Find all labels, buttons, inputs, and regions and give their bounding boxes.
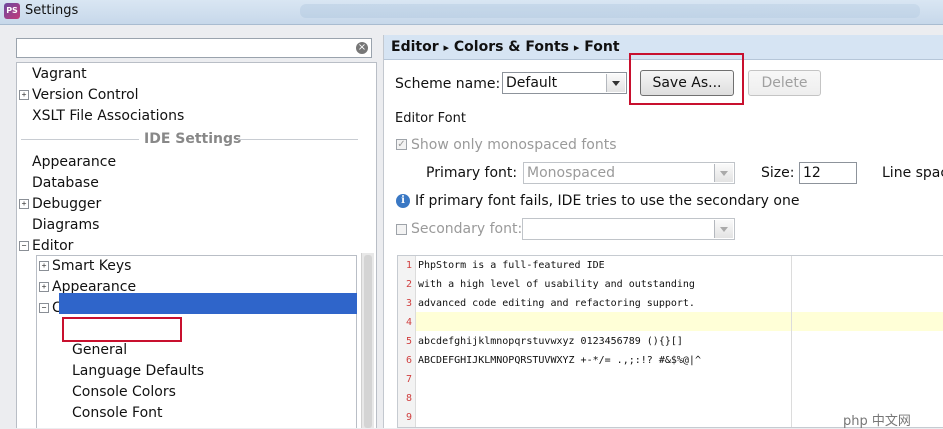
secondary-font-select[interactable] [522,218,735,240]
chevron-down-icon[interactable] [714,164,733,182]
window-titlebar: PS Settings [0,0,943,25]
expand-icon[interactable]: + [39,261,49,271]
tree-item-debugger[interactable]: Debugger [32,194,101,214]
line-number: 4 [405,317,412,328]
primary-font-value: Monospaced [527,165,616,181]
chevron-down-icon[interactable] [714,220,733,238]
tree-item-editor[interactable]: Editor [32,236,73,256]
section-label-ide-settings: IDE Settings [144,131,242,147]
preview-line: advanced code editing and refactoring su… [418,298,695,309]
font-preview-editor[interactable]: 1 2 3 4 5 6 7 8 9 PhpStorm is a full-fea… [397,255,943,428]
expand-icon[interactable]: + [19,90,29,100]
collapse-icon[interactable]: − [39,303,49,313]
primary-font-label: Primary font: [426,165,518,181]
current-line-highlight [415,312,943,331]
expand-icon[interactable]: + [39,282,49,292]
breadcrumb-editor: Editor [391,39,439,55]
tree-item-vagrant[interactable]: Vagrant [32,64,87,84]
scheme-name-label: Scheme name: [395,76,501,92]
tree-item-version-control[interactable]: Version Control [32,85,139,105]
scheme-value: Default [506,75,558,91]
preview-line: ABCDEFGHIJKLMNOPQRSTUVWXYZ +-*/= .,;:!? … [418,355,701,366]
line-number: 5 [405,336,412,347]
breadcrumb-colors-fonts: Colors & Fonts [453,39,570,55]
scheme-select[interactable]: Default [502,72,627,94]
section-divider-left [21,139,139,140]
chevron-down-icon[interactable] [606,74,625,92]
breadcrumb-separator: ▸ [573,41,580,54]
primary-font-select[interactable]: Monospaced [523,162,735,184]
line-number: 9 [405,412,412,423]
phpstorm-app-icon: PS [4,3,20,19]
line-number: 7 [405,374,412,385]
editor-font-group-label: Editor Font [395,111,466,126]
expand-icon[interactable]: + [19,199,29,209]
highlight-box-font [62,317,182,342]
tree-item-console-font[interactable]: Console Font [72,403,163,423]
breadcrumb-separator: ▸ [443,41,450,54]
tree-scrollbar[interactable] [361,253,374,428]
tree-item-diagrams[interactable]: Diagrams [32,215,99,235]
tree-item-xslt[interactable]: XSLT File Associations [32,106,184,126]
settings-search-input[interactable]: × [16,38,372,58]
info-icon: i [396,194,410,208]
size-label: Size: [761,165,795,181]
blurred-title-area [300,4,920,18]
line-number: 3 [405,298,412,309]
mono-only-label: Show only monospaced fonts [411,137,617,153]
fallback-info-text: If primary font fails, IDE tries to use … [415,193,800,209]
delete-button[interactable]: Delete [748,70,821,96]
settings-content-panel: Editor ▸ Colors & Fonts ▸ Font Scheme na… [383,35,943,428]
clear-icon[interactable]: × [356,42,368,54]
tree-item-language-defaults[interactable]: Language Defaults [72,361,204,381]
collapse-icon[interactable]: − [19,241,29,251]
tree-item-database[interactable]: Database [32,173,99,193]
selection-highlight [59,293,357,314]
tree-item-smart-keys[interactable]: Smart Keys [52,256,131,276]
secondary-font-checkbox[interactable] [396,224,407,235]
tree-item-general[interactable]: General [72,340,127,360]
preview-line: with a high level of usability and outst… [418,279,695,290]
watermark: php 中文网 [843,414,911,429]
font-size-input[interactable]: 12 [799,162,857,184]
breadcrumb-font: Font [584,39,620,55]
line-number: 1 [405,260,412,271]
right-margin-line [791,256,792,427]
line-spacing-label: Line spac [882,165,943,181]
highlight-box-save-as [629,53,744,105]
mono-only-checkbox[interactable]: ✓ [396,139,407,150]
window-title: Settings [25,3,79,18]
preview-line: abcdefghijklmnopqrstuvwxyz 0123456789 ()… [418,336,683,347]
line-number: 8 [405,393,412,404]
line-number: 2 [405,279,412,290]
font-size-value: 12 [803,165,821,181]
tree-item-console-colors[interactable]: Console Colors [72,382,176,402]
tree-scroll-thumb[interactable] [364,255,372,428]
preview-line: PhpStorm is a full-featured IDE [418,260,605,271]
line-number: 6 [405,355,412,366]
tree-item-appearance[interactable]: Appearance [32,152,116,172]
settings-tree-panel: × Vagrant + Version Control XSLT File As… [0,25,380,428]
section-divider-right [238,139,358,140]
secondary-font-label: Secondary font: [411,221,523,237]
